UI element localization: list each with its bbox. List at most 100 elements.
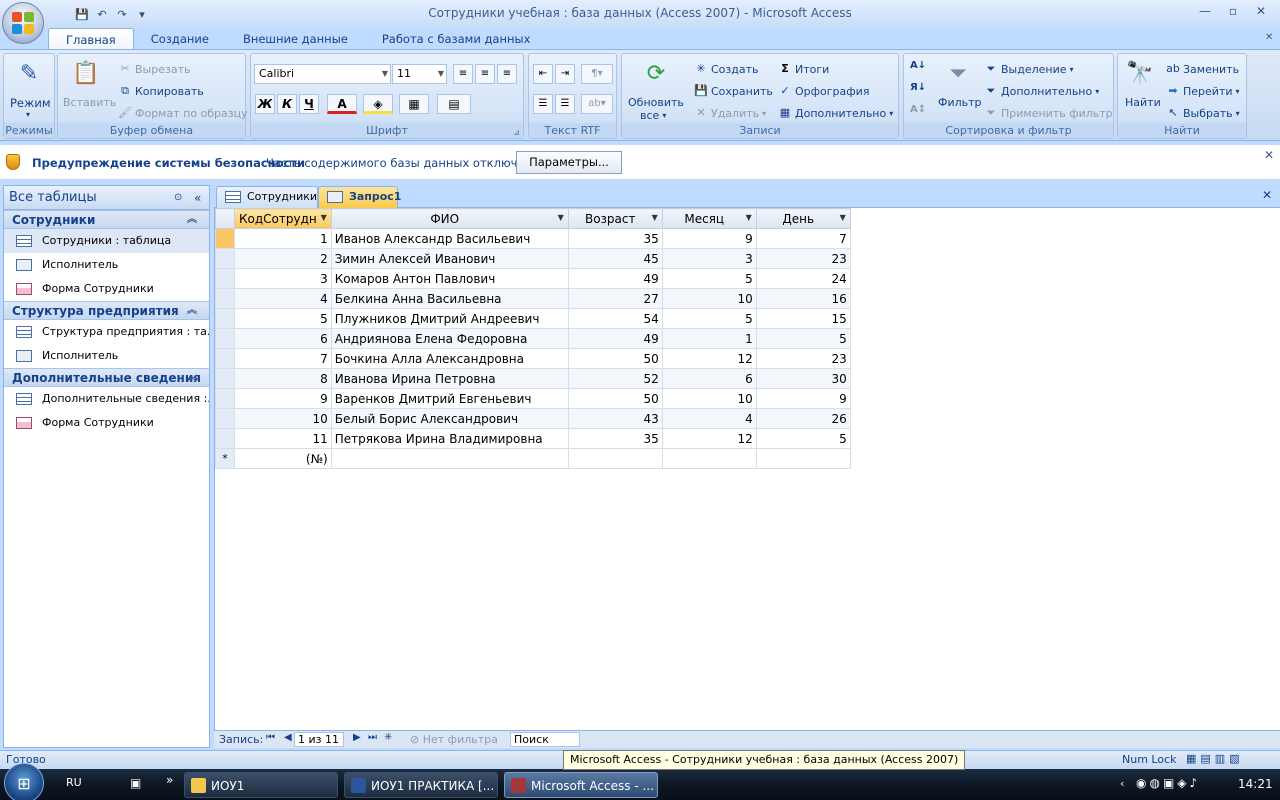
save-record-button[interactable]: 💾 Сохранить [694,84,773,98]
cell-id[interactable]: 3 [234,268,332,289]
record-selector[interactable] [215,288,235,309]
cell-fio[interactable]: Иванова Ирина Петровна [330,368,569,389]
cell-month[interactable]: 10 [661,288,757,309]
cell-month[interactable]: 5 [661,268,757,289]
tab-employees-table[interactable]: Сотрудники [216,186,318,208]
refresh-all-button[interactable]: Обновить [628,96,684,109]
cell-id[interactable]: 2 [234,248,332,269]
record-selector[interactable] [215,368,235,389]
cell-id[interactable]: 1 [234,228,332,249]
new-record-cell[interactable] [755,448,851,469]
cell-day[interactable]: 26 [755,408,851,429]
maximize-button[interactable]: ▫ [1222,4,1244,20]
align-left-button[interactable]: ≡ [453,64,473,84]
cell-age[interactable]: 54 [567,308,663,329]
next-record-icon[interactable]: ▶ [353,732,361,743]
advanced-filter-button[interactable]: ⏷ Дополнительно ▾ [984,84,1100,98]
taskbar-button-access[interactable]: Microsoft Access - ... [504,772,658,798]
nav-group-structure[interactable]: Структура предприятия ︽ [4,301,209,320]
cell-day[interactable]: 5 [755,328,851,349]
cell-age[interactable]: 45 [567,248,663,269]
column-dropdown-icon[interactable]: ▼ [652,213,658,222]
start-button[interactable]: ⊞ [4,763,44,800]
system-tray-icons[interactable]: ◉◍▣◈♪ [1136,776,1200,790]
new-record-cell[interactable] [567,448,663,469]
table-row[interactable]: 5 Плужников Дмитрий Андреевич 54 5 15 [215,308,851,329]
align-right-button[interactable]: ≡ [497,64,517,84]
column-header-id[interactable]: КодСотрудн ▼ [234,208,332,229]
table-row[interactable]: 7 Бочкина Алла Александровна 50 12 23 [215,348,851,369]
cell-month[interactable]: 5 [661,308,757,329]
numbering-button[interactable]: ☰ [533,94,553,114]
cell-month[interactable]: 4 [661,408,757,429]
cell-month[interactable]: 12 [661,428,757,449]
font-name-combo[interactable]: Calibri ▼ [254,64,391,84]
copy-button[interactable]: ⧉ Копировать [118,84,204,98]
paste-button[interactable]: Вставить [63,96,116,109]
minimize-button[interactable]: — [1194,4,1216,20]
cell-age[interactable]: 35 [567,428,663,449]
gridlines-button[interactable]: ▦ [399,94,429,114]
record-selector[interactable] [215,248,235,269]
cell-month[interactable]: 6 [661,368,757,389]
column-header-day[interactable]: День ▼ [755,208,851,229]
new-record-cell[interactable] [661,448,757,469]
tab-database-tools[interactable]: Работа с базами данных [365,28,548,50]
record-position-input[interactable]: 1 из 11 [294,732,344,747]
tab-query1[interactable]: Запрос1 [318,186,401,208]
replace-button[interactable]: ab Заменить [1166,62,1239,76]
cell-age[interactable]: 35 [567,228,663,249]
cell-fio[interactable]: Зимин Алексей Иванович [330,248,569,269]
cell-age[interactable]: 50 [567,348,663,369]
font-size-combo[interactable]: 11 ▼ [392,64,447,84]
cell-fio[interactable]: Белый Борис Александрович [330,408,569,429]
nav-group-additional[interactable]: Дополнительные сведения ︽ [4,368,209,387]
toggle-filter-button[interactable]: ⏷ Применить фильтр [984,106,1113,120]
table-row[interactable]: 8 Иванова Ирина Петровна 52 6 30 [215,368,851,389]
cell-age[interactable]: 52 [567,368,663,389]
new-record-row[interactable]: * (№) [215,448,851,469]
record-selector[interactable] [215,388,235,409]
column-dropdown-icon[interactable]: ▼ [746,213,752,222]
cell-day[interactable]: 23 [755,248,851,269]
cell-age[interactable]: 50 [567,388,663,409]
cell-id[interactable]: 4 [234,288,332,309]
font-color-button[interactable]: А [327,94,357,114]
highlight-button[interactable]: ab▾ [581,94,613,114]
bullets-button[interactable]: ☰ [555,94,575,114]
decrease-indent-button[interactable]: ⇤ [533,64,553,84]
message-bar-close-icon[interactable]: ✕ [1264,148,1274,162]
table-row[interactable]: 6 Андриянова Елена Федоровна 49 1 5 [215,328,851,349]
close-button[interactable]: ✕ [1250,4,1272,20]
goto-button[interactable]: ➡ Перейти ▾ [1166,84,1239,98]
new-record-cell[interactable] [330,448,569,469]
first-record-icon[interactable]: ⏮ [266,732,275,743]
more-records-button[interactable]: ▦ Дополнительно ▾ [778,106,893,120]
record-selector[interactable] [215,328,235,349]
tab-create[interactable]: Создание [134,28,226,50]
sort-descending-icon[interactable]: Я↓ [910,82,926,93]
view-switcher-icons[interactable]: ▦▤▥▧ [1186,752,1244,765]
cell-day[interactable]: 5 [755,428,851,449]
selection-button[interactable]: ⏷ Выделение ▾ [984,62,1074,76]
sort-ascending-icon[interactable]: A↓ [910,60,926,71]
cell-day[interactable]: 15 [755,308,851,329]
cell-fio[interactable]: Белкина Анна Васильевна [330,288,569,309]
record-selector[interactable] [215,408,235,429]
cell-age[interactable]: 49 [567,268,663,289]
table-row[interactable]: 11 Петрякова Ирина Владимировна 35 12 5 [215,428,851,449]
cell-month[interactable]: 9 [661,228,757,249]
nav-group-employees[interactable]: Сотрудники ︽ [4,210,209,229]
view-button[interactable]: Режим [10,96,51,110]
cell-month[interactable]: 1 [661,328,757,349]
column-dropdown-icon[interactable]: ▼ [321,213,327,222]
format-painter-button[interactable]: 🖌 Формат по образцу [118,106,248,120]
undo-icon[interactable]: ↶ [94,8,110,21]
taskbar-button-word[interactable]: ИОУ1 ПРАКТИКА [... [344,772,498,798]
find-button[interactable]: Найти [1125,96,1161,109]
new-record-button[interactable]: ✳ Создать [694,62,758,76]
table-row[interactable]: 10 Белый Борис Александрович 43 4 26 [215,408,851,429]
select-button[interactable]: ↖ Выбрать ▾ [1166,106,1239,120]
spelling-button[interactable]: ✓ Орфография [778,84,869,98]
cell-day[interactable]: 16 [755,288,851,309]
